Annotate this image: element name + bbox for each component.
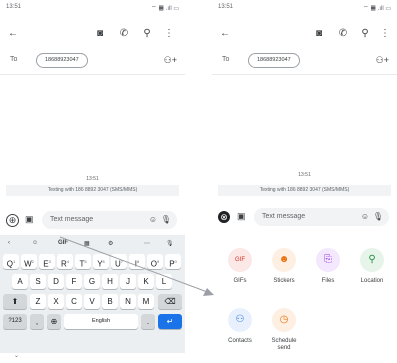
- transition-arrow: [59, 236, 214, 296]
- arrow-head: [203, 288, 214, 296]
- arrow-line: [59, 236, 211, 294]
